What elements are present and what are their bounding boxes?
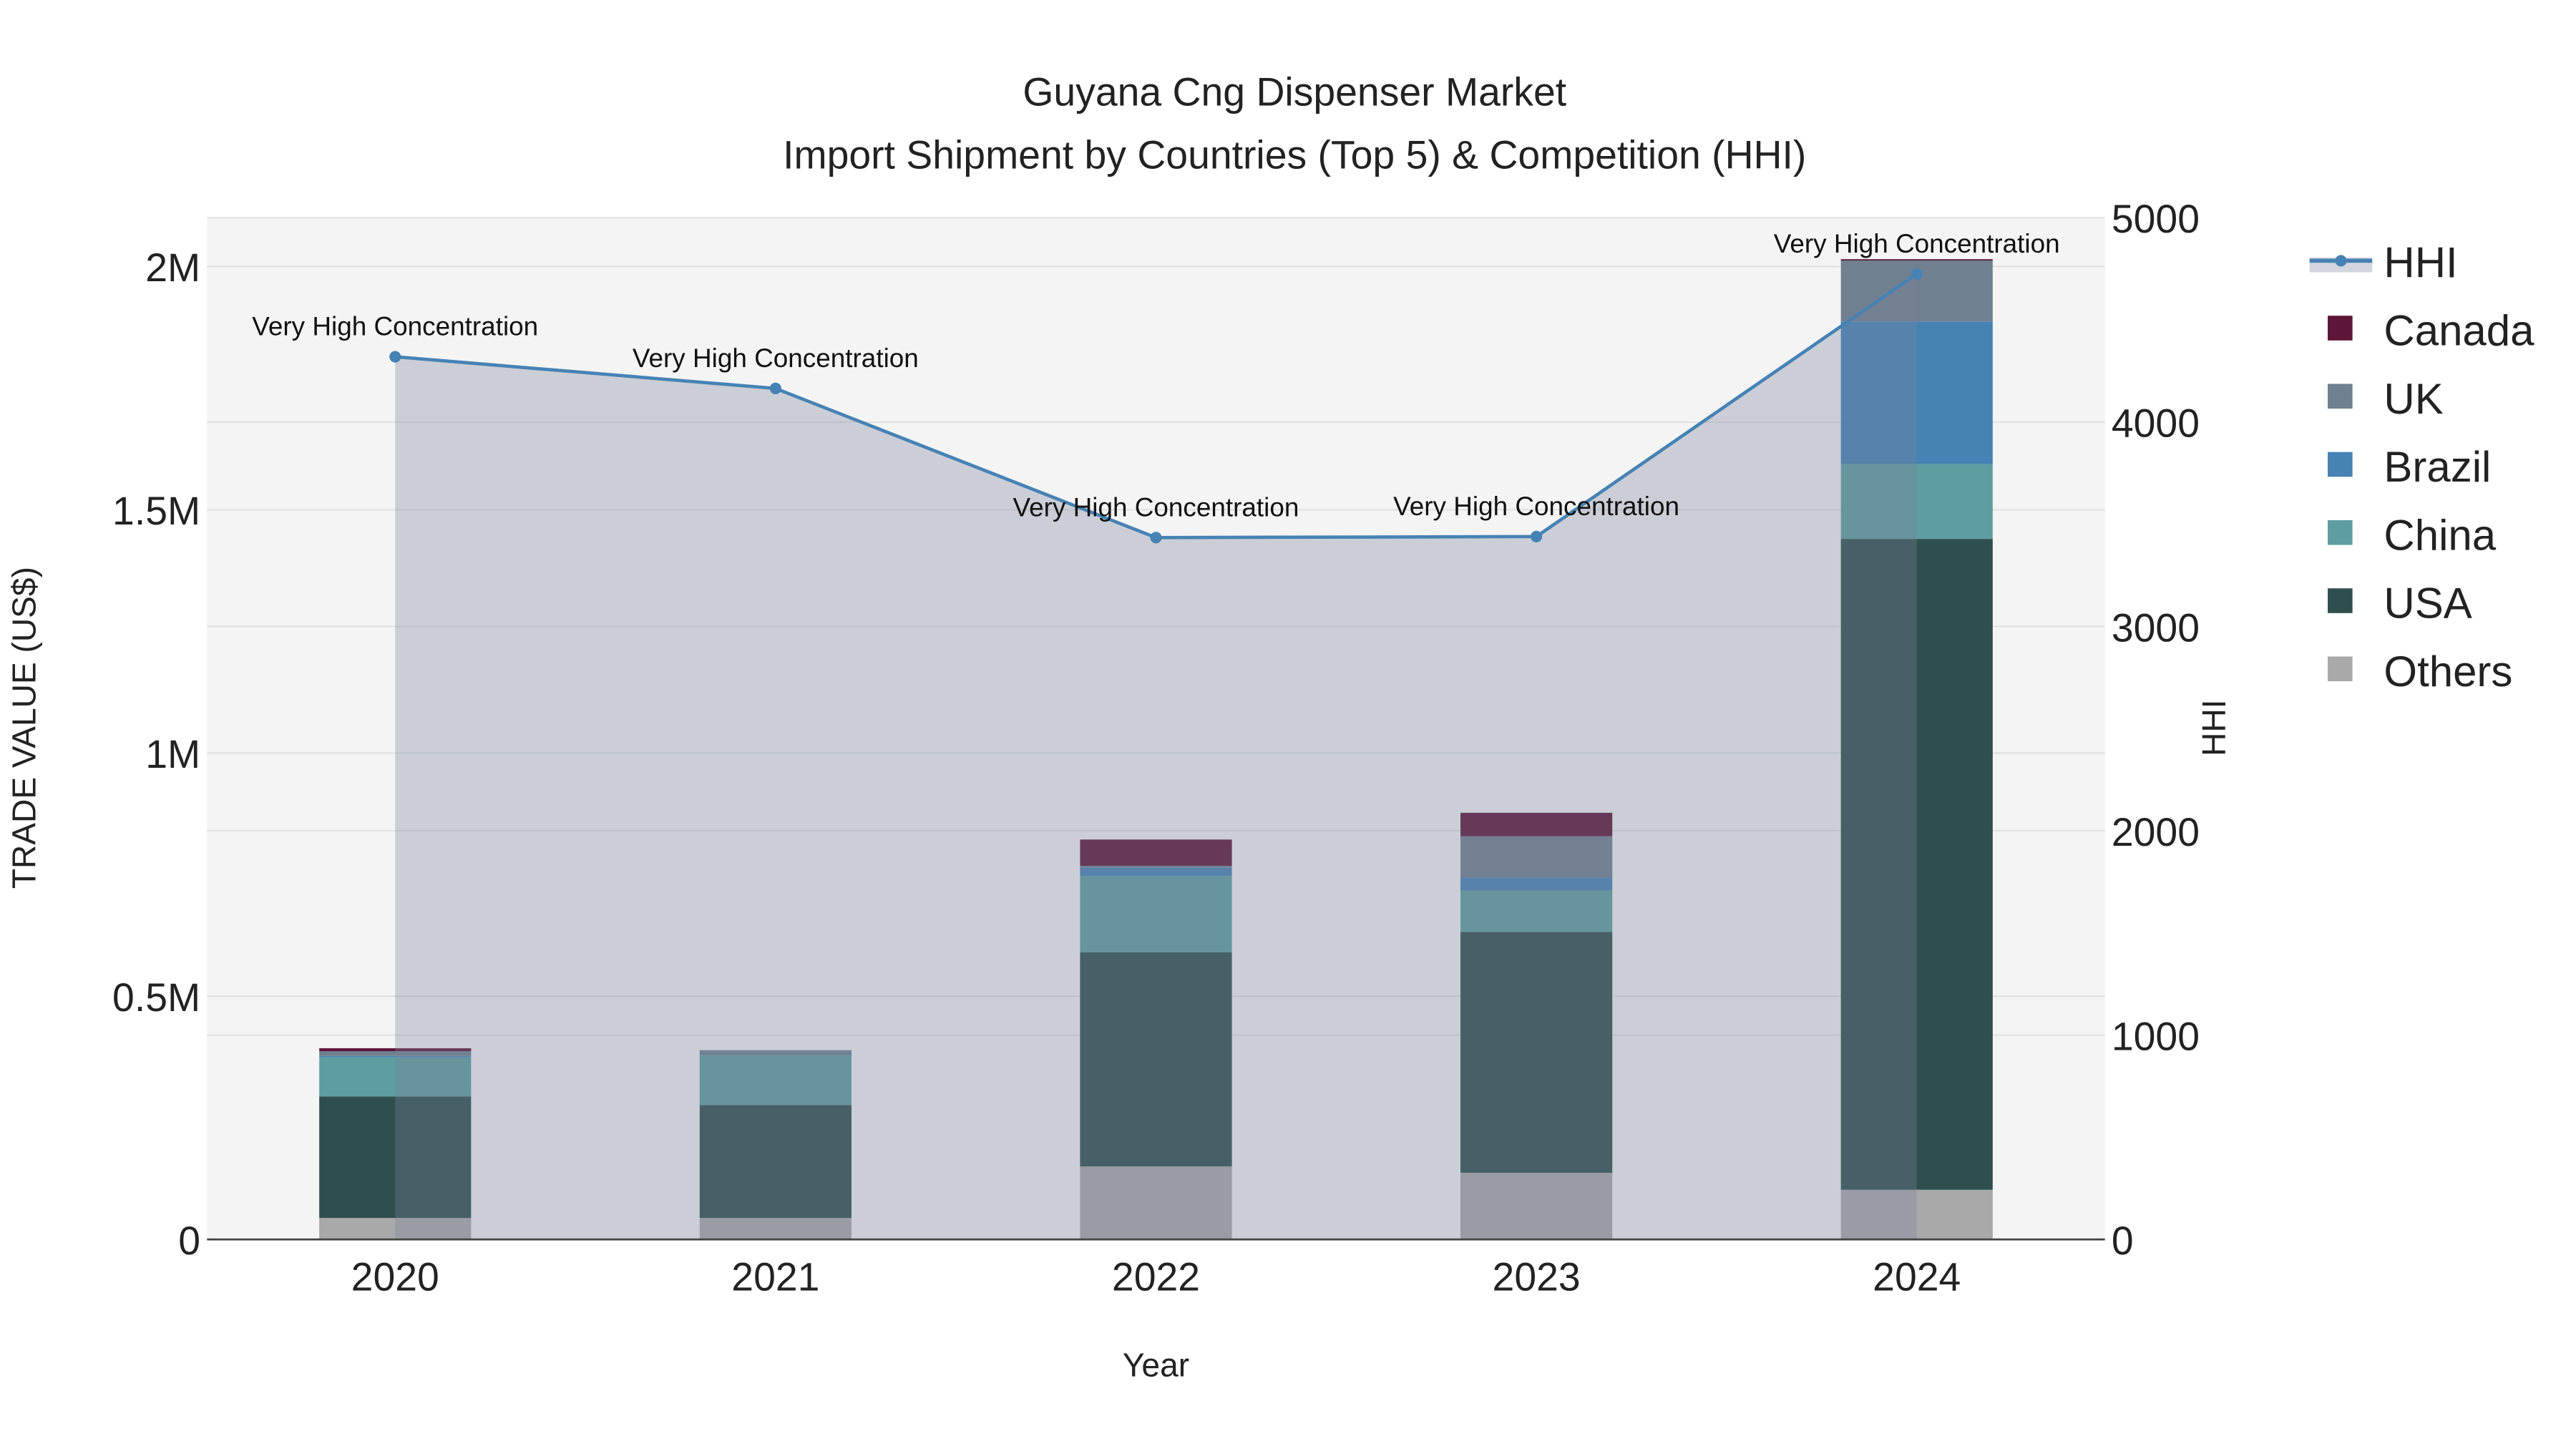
x-tick-label: 2022 (1112, 1255, 1200, 1299)
hhi-annotation: Very High Concentration (1013, 492, 1299, 522)
hhi-point (1531, 530, 1543, 542)
x-tick-label: 2024 (1873, 1255, 1961, 1299)
legend-label: China (2384, 511, 2496, 559)
hhi-point (1150, 532, 1162, 544)
legend-item-usa[interactable]: USA (2328, 580, 2472, 628)
hhi-annotation: Very High Concentration (1393, 492, 1679, 521)
legend-swatch (2328, 656, 2353, 682)
legend-label: Brazil (2384, 443, 2491, 491)
legend-item-canada[interactable]: Canada (2328, 307, 2534, 355)
legend-label: USA (2384, 580, 2472, 628)
legend-swatch (2328, 519, 2353, 545)
bar-canada-2024 (1840, 259, 1993, 261)
hhi-annotation: Very High Concentration (633, 343, 919, 373)
legend-label: Canada (2384, 307, 2534, 355)
hhi-point (1911, 268, 1923, 280)
chart-subtitle: Import Shipment by Countries (Top 5) & C… (783, 132, 1806, 177)
legend-swatch (2328, 316, 2353, 341)
legend-swatch (2328, 452, 2353, 477)
y2-tick-label: 3000 (2112, 605, 2200, 650)
y2-tick-label: 4000 (2112, 401, 2200, 446)
y2-tick-label: 2000 (2112, 810, 2200, 854)
x-tick-label: 2021 (731, 1255, 819, 1299)
legend-marker (2335, 255, 2347, 267)
legend-swatch (2328, 588, 2353, 613)
legend-swatch (2328, 384, 2353, 409)
x-tick-label: 2023 (1493, 1255, 1581, 1299)
x-tick-label: 2020 (351, 1255, 439, 1299)
legend-item-others[interactable]: Others (2328, 648, 2512, 696)
legend-item-hhi[interactable]: HHI (2309, 238, 2458, 286)
hhi-trade-chart: Guyana Cng Dispenser Market Import Shipm… (5, 70, 2534, 1384)
legend-label: HHI (2384, 238, 2457, 286)
y2-tick-label: 1000 (2112, 1014, 2200, 1058)
y-tick-label: 0.5M (112, 975, 200, 1020)
legend-label: Others (2384, 648, 2512, 696)
hhi-point (389, 351, 401, 363)
x-axis-label: Year (1123, 1347, 1189, 1384)
y-tick-label: 2M (145, 245, 200, 290)
legend-item-uk[interactable]: UK (2328, 375, 2444, 423)
y-tick-label: 1M (145, 732, 200, 776)
y-tick-label: 1.5M (112, 489, 200, 533)
hhi-point (769, 382, 781, 394)
y2-axis-label: HHI (2195, 699, 2233, 756)
hhi-annotation: Very High Concentration (252, 312, 538, 341)
y-axis-label: TRADE VALUE (US$) (5, 567, 42, 889)
legend-item-china[interactable]: China (2328, 511, 2497, 559)
y2-tick-label: 0 (2112, 1219, 2134, 1263)
chart-title: Guyana Cng Dispenser Market (1023, 70, 1566, 114)
y2-tick-label: 5000 (2112, 197, 2200, 241)
y-tick-label: 0 (178, 1219, 200, 1263)
legend-label: UK (2384, 375, 2443, 423)
hhi-annotation: Very High Concentration (1774, 229, 2060, 258)
legend-item-brazil[interactable]: Brazil (2328, 443, 2491, 491)
